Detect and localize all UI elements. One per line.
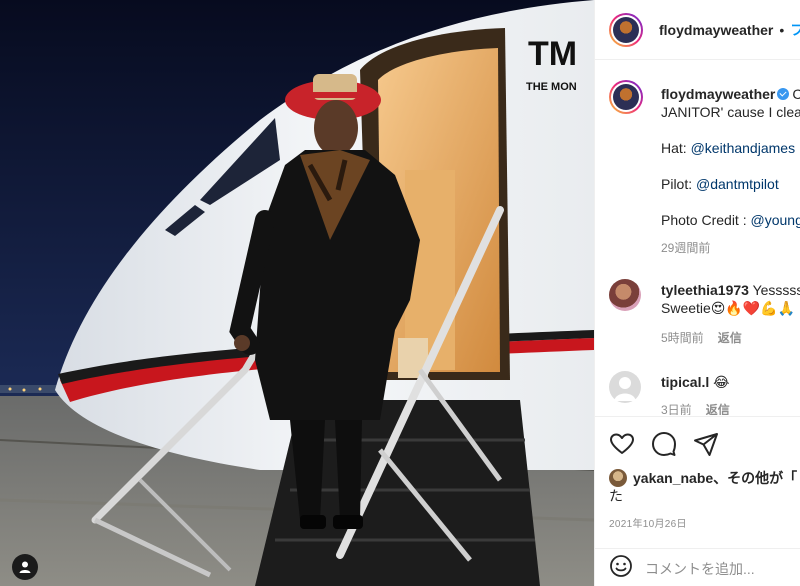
comment-body: tipical.l 😂 3日前 返信 — [661, 373, 730, 415]
reply-button[interactable]: 返信 — [706, 403, 730, 415]
comment-text-line2: Sweetie😍🔥❤️💪🙏 — [661, 300, 796, 316]
caption-avatar[interactable] — [609, 80, 643, 114]
comment-input[interactable] — [645, 560, 800, 577]
caption-text-line2: JANITOR' cause I clea — [661, 104, 800, 120]
hat-credit-link[interactable]: @keithandjames — [691, 140, 796, 156]
follow-button[interactable]: フ — [790, 20, 800, 40]
liker-username[interactable]: yakan_nabe — [633, 470, 713, 486]
add-comment-bar — [595, 548, 800, 586]
author-username[interactable]: floydmayweather — [659, 22, 773, 38]
reply-button[interactable]: 返信 — [718, 331, 742, 345]
caption-text-line1: C — [792, 86, 800, 102]
verified-badge-icon — [777, 88, 790, 100]
pilot-credit-link[interactable]: @dantmtpilot — [696, 176, 779, 192]
jet-logo: TM — [528, 35, 577, 73]
liker-avatar[interactable] — [609, 469, 627, 487]
comment-body: tyleethia1973 Yesssss Sweetie😍🔥❤️💪🙏 5時間前… — [661, 281, 800, 347]
photo-credit-link[interactable]: @young — [751, 212, 800, 228]
header-separator: • — [779, 21, 785, 38]
post-photo[interactable]: TM THE MON — [0, 0, 594, 586]
post-actions: yakan_nabe、その他が「 た 2021年10月26日 — [595, 416, 800, 586]
caption-username[interactable]: floydmayweather — [661, 86, 775, 102]
jet-logo-subtitle: THE MON — [526, 81, 577, 93]
likes-others[interactable]: 、その他が「 — [713, 470, 797, 486]
commenter-username[interactable]: tyleethia1973 — [661, 282, 749, 298]
post-image: TM THE MON — [0, 0, 594, 586]
author-avatar[interactable] — [609, 12, 643, 47]
action-icons — [609, 431, 719, 457]
user-icon[interactable] — [12, 554, 38, 580]
caption-hat-label: Hat: — [661, 140, 691, 156]
comments-area[interactable]: floydmayweather C JANITOR' cause I clea H… — [595, 61, 800, 415]
comment-time[interactable]: 3日前 — [661, 403, 692, 415]
likes-line2: た — [609, 488, 623, 504]
commenter-username[interactable]: tipical.l — [661, 374, 709, 390]
comment-text: 😂 — [713, 374, 730, 390]
default-avatar-icon — [614, 377, 636, 401]
caption-body: floydmayweather C JANITOR' cause I clea H… — [661, 85, 800, 257]
commenter-avatar[interactable] — [609, 371, 641, 403]
comment-icon[interactable] — [651, 431, 677, 457]
caption-pilot-label: Pilot: — [661, 176, 697, 192]
post-side-panel: floydmayweather • フ floydmayweather C JAN… — [594, 0, 800, 586]
heart-icon[interactable] — [609, 431, 635, 457]
likes-summary: yakan_nabe、その他が「 た — [609, 469, 797, 505]
caption-photo-label: Photo Credit : — [661, 212, 751, 228]
caption-time[interactable]: 29週間前 — [661, 239, 800, 257]
post-header: floydmayweather • フ — [595, 0, 800, 60]
emoji-icon[interactable] — [609, 554, 633, 583]
share-icon[interactable] — [693, 431, 719, 457]
commenter-avatar[interactable] — [609, 279, 641, 311]
comment-text: Yesssss — [752, 282, 800, 298]
post-date[interactable]: 2021年10月26日 — [609, 515, 687, 530]
comment-time[interactable]: 5時間前 — [661, 331, 704, 345]
